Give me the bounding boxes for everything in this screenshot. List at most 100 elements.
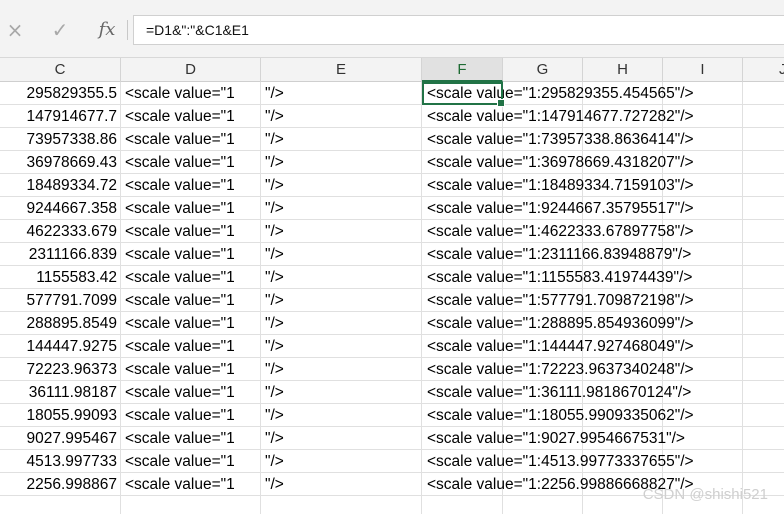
column-header-h[interactable]: H — [583, 58, 663, 82]
cell-e[interactable]: "/> — [265, 266, 415, 289]
cell-e[interactable]: "/> — [265, 151, 415, 174]
table-row: 72223.96373 <scale value="1 "/> <scale valu… — [0, 358, 784, 381]
table-row: 4622333.679 <scale value="1 "/> <scale valu… — [0, 220, 784, 243]
cell-d[interactable]: <scale value="1 — [125, 243, 260, 266]
cell-c[interactable]: 4513.997733 — [0, 450, 117, 473]
cell-c[interactable]: 2256.998867 — [0, 473, 117, 496]
cell-d[interactable]: <scale value="1 — [125, 128, 260, 151]
cell-d[interactable]: <scale value="1 — [125, 404, 260, 427]
column-header-j[interactable]: J — [743, 58, 784, 82]
cell-f[interactable]: <scale value="1:295829355.454565"/> — [427, 82, 767, 105]
cell-d[interactable]: <scale value="1 — [125, 450, 260, 473]
cell-e[interactable]: "/> — [265, 473, 415, 496]
insert-function-icon[interactable]: fx — [94, 18, 120, 42]
cell-c[interactable]: 9027.995467 — [0, 427, 117, 450]
cell-e[interactable]: "/> — [265, 404, 415, 427]
cell-d[interactable]: <scale value="1 — [125, 197, 260, 220]
table-row: 9244667.358 <scale value="1 "/> <scale valu… — [0, 197, 784, 220]
cell-e[interactable]: "/> — [265, 312, 415, 335]
cell-c[interactable]: 36978669.43 — [0, 151, 117, 174]
cell-e[interactable]: "/> — [265, 427, 415, 450]
cell-f[interactable]: <scale value="1:72223.9637340248"/> — [427, 358, 767, 381]
cell-f[interactable]: <scale value="1:288895.854936099"/> — [427, 312, 767, 335]
enter-check-icon[interactable]: ✓ — [50, 18, 70, 42]
cell-c[interactable]: 288895.8549 — [0, 312, 117, 335]
cell-c[interactable]: 577791.7099 — [0, 289, 117, 312]
cell-f[interactable]: <scale value="1:577791.709872198"/> — [427, 289, 767, 312]
cell-d[interactable]: <scale value="1 — [125, 427, 260, 450]
cell-e[interactable]: "/> — [265, 289, 415, 312]
cell-c[interactable]: 1155583.42 — [0, 266, 117, 289]
table-row: 147914677.7 <scale value="1 "/> <scale valu… — [0, 105, 784, 128]
column-header-g[interactable]: G — [503, 58, 583, 82]
cell-d[interactable]: <scale value="1 — [125, 335, 260, 358]
column-header-i[interactable]: I — [663, 58, 743, 82]
cell-d[interactable]: <scale value="1 — [125, 82, 260, 105]
cell-c[interactable]: 295829355.5 — [0, 82, 117, 105]
cell-c[interactable]: 147914677.7 — [0, 105, 117, 128]
cell-f[interactable]: <scale value="1:1155583.41974439"/> — [427, 266, 767, 289]
cell-d[interactable]: <scale value="1 — [125, 381, 260, 404]
table-row: 36978669.43 <scale value="1 "/> <scale valu… — [0, 151, 784, 174]
cell-d[interactable]: <scale value="1 — [125, 220, 260, 243]
cell-e[interactable]: "/> — [265, 82, 415, 105]
column-header-row: C D E F G H I J — [0, 58, 784, 82]
cell-e[interactable]: "/> — [265, 335, 415, 358]
cell-c[interactable]: 4622333.679 — [0, 220, 117, 243]
spreadsheet-grid[interactable]: 295829355.5 <scale value="1 "/> <scale valu… — [0, 82, 784, 514]
cell-d[interactable]: <scale value="1 — [125, 151, 260, 174]
cell-c[interactable]: 144447.9275 — [0, 335, 117, 358]
cell-c[interactable]: 72223.96373 — [0, 358, 117, 381]
cell-f[interactable]: <scale value="1:9244667.35795517"/> — [427, 197, 767, 220]
cell-d[interactable]: <scale value="1 — [125, 289, 260, 312]
cell-f[interactable]: <scale value="1:36978669.4318207"/> — [427, 151, 767, 174]
cell-c[interactable]: 36111.98187 — [0, 381, 117, 404]
table-row: 144447.9275 <scale value="1 "/> <scale valu… — [0, 335, 784, 358]
cell-e[interactable]: "/> — [265, 220, 415, 243]
formula-input[interactable]: =D1&":"&C1&E1 — [133, 15, 784, 45]
cell-f[interactable]: <scale value="1:18055.9909335062"/> — [427, 404, 767, 427]
cell-f[interactable]: <scale value="1:2311166.83948879"/> — [427, 243, 767, 266]
column-header-e[interactable]: E — [261, 58, 422, 82]
table-row: 2311166.839 <scale value="1 "/> <scale valu… — [0, 243, 784, 266]
cell-e[interactable]: "/> — [265, 243, 415, 266]
table-row: 295829355.5 <scale value="1 "/> <scale valu… — [0, 82, 784, 105]
table-row: 18055.99093 <scale value="1 "/> <scale valu… — [0, 404, 784, 427]
column-header-d[interactable]: D — [121, 58, 261, 82]
cell-e[interactable]: "/> — [265, 128, 415, 151]
cell-d[interactable]: <scale value="1 — [125, 312, 260, 335]
cancel-icon[interactable]: × — [5, 18, 25, 42]
cell-e[interactable]: "/> — [265, 358, 415, 381]
cell-c[interactable]: 18055.99093 — [0, 404, 117, 427]
cell-d[interactable]: <scale value="1 — [125, 105, 260, 128]
cell-d[interactable]: <scale value="1 — [125, 174, 260, 197]
table-row: 9027.995467 <scale value="1 "/> <scale valu… — [0, 427, 784, 450]
cell-f[interactable]: <scale value="1:36111.9818670124"/> — [427, 381, 767, 404]
cell-f[interactable]: <scale value="1:4622333.67897758"/> — [427, 220, 767, 243]
cell-d[interactable]: <scale value="1 — [125, 358, 260, 381]
cell-f[interactable]: <scale value="1:144447.927468049"/> — [427, 335, 767, 358]
cell-c[interactable]: 73957338.86 — [0, 128, 117, 151]
table-row: 1155583.42 <scale value="1 "/> <scale value… — [0, 266, 784, 289]
table-row: 18489334.72 <scale value="1 "/> <scale valu… — [0, 174, 784, 197]
cell-c[interactable]: 2311166.839 — [0, 243, 117, 266]
cell-c[interactable]: 18489334.72 — [0, 174, 117, 197]
column-header-f[interactable]: F — [422, 58, 503, 82]
cell-f[interactable]: <scale value="1:18489334.7159103"/> — [427, 174, 767, 197]
cell-e[interactable]: "/> — [265, 450, 415, 473]
cell-d[interactable]: <scale value="1 — [125, 266, 260, 289]
cell-e[interactable]: "/> — [265, 381, 415, 404]
cell-f[interactable]: <scale value="1:147914677.727282"/> — [427, 105, 767, 128]
table-row: 4513.997733 <scale value="1 "/> <scale valu… — [0, 450, 784, 473]
column-header-c[interactable]: C — [0, 58, 121, 82]
cell-f[interactable]: <scale value="1:4513.99773337655"/> — [427, 450, 767, 473]
cell-c[interactable]: 9244667.358 — [0, 197, 117, 220]
table-row: 288895.8549 <scale value="1 "/> <scale valu… — [0, 312, 784, 335]
cell-e[interactable]: "/> — [265, 197, 415, 220]
cell-f[interactable]: <scale value="1:73957338.8636414"/> — [427, 128, 767, 151]
cell-d[interactable]: <scale value="1 — [125, 473, 260, 496]
cell-e[interactable]: "/> — [265, 174, 415, 197]
watermark: CSDN @shishi521 — [642, 486, 768, 503]
cell-f[interactable]: <scale value="1:9027.9954667531"/> — [427, 427, 767, 450]
cell-e[interactable]: "/> — [265, 105, 415, 128]
